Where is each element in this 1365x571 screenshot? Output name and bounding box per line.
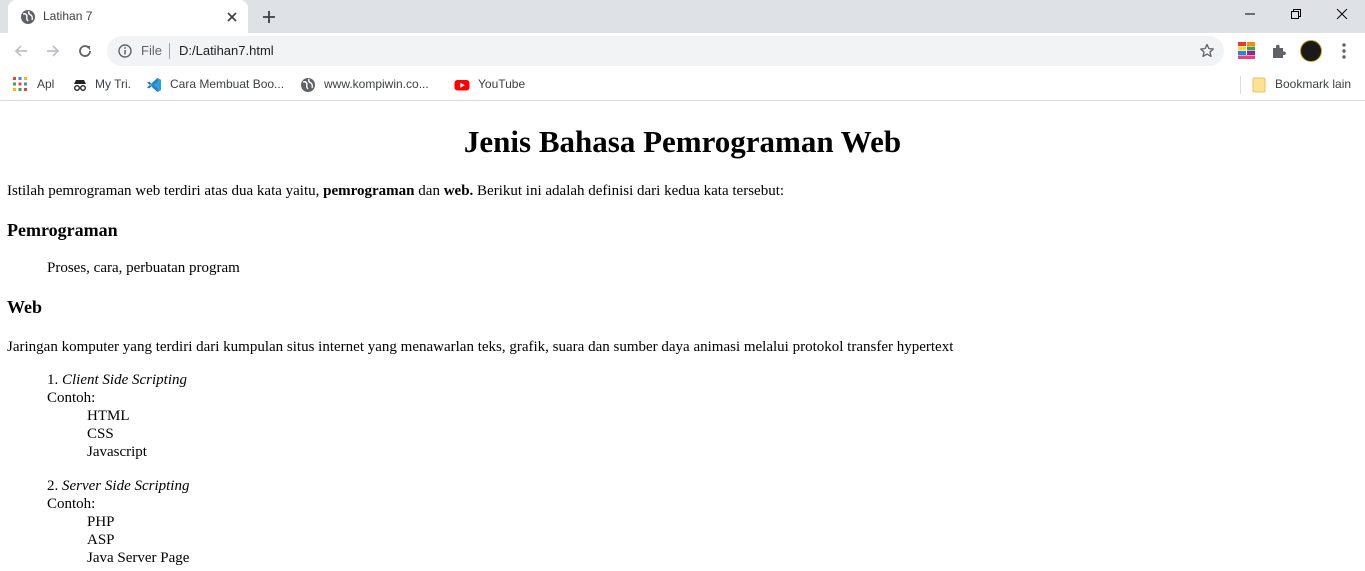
bookmark-label: Apl [37, 77, 55, 91]
new-tab-icon[interactable] [260, 8, 278, 26]
term-definition: Jaringan komputer yang terdiri dari kump… [7, 339, 954, 355]
extensions-puzzle-icon[interactable] [1270, 42, 1288, 60]
extension-colorful-icon[interactable] [1238, 42, 1255, 59]
example-item: ASP [87, 532, 115, 548]
term-heading: Pemrograman [7, 220, 118, 240]
menu-dots-icon[interactable] [1336, 42, 1352, 60]
list-number: 1. [47, 372, 62, 388]
bookmark-label: Cara Membuat Boo... [170, 77, 285, 91]
intro-text: Istilah pemrograman web terdiri atas dua… [7, 183, 324, 199]
intro-bold-term: pemrograman [323, 183, 415, 199]
intro-paragraph: Istilah pemrograman web terdiri atas dua… [7, 182, 784, 200]
term-definition: Proses, cara, perbuatan program [47, 260, 240, 276]
profile-avatar[interactable] [1300, 40, 1322, 62]
intro-text: Berikut ini adalah definisi dari kedua k… [473, 183, 785, 199]
bookmark-label: www.kompiwin.co... [324, 77, 429, 91]
page-content: Jenis Bahasa Pemrograman Web Istilah pem… [0, 102, 1365, 571]
youtube-icon [454, 80, 470, 91]
scripting-type-name: Server Side Scripting [62, 478, 190, 494]
page-title: Jenis Bahasa Pemrograman Web [463, 124, 902, 159]
example-item: PHP [87, 514, 115, 530]
list-item-heading: 1. Client Side Scripting [47, 371, 187, 389]
bookmark-label: YouTube [478, 77, 526, 91]
intro-text: dan [414, 183, 444, 199]
example-item: Javascript [87, 444, 147, 460]
tab-title: Latihan 7 [43, 9, 93, 23]
example-label: Contoh: [47, 496, 96, 512]
forward-arrow-icon[interactable] [43, 41, 63, 61]
toolbar: File D:/Latihan7.html [0, 33, 1365, 69]
apps-grid-icon [13, 77, 27, 91]
list-item-heading: 2. Server Side Scripting [47, 477, 189, 495]
intro-bold-term: web. [443, 183, 474, 199]
url-scheme-label: File [141, 43, 162, 58]
other-bookmarks-label: Bookmark lain [1275, 77, 1352, 91]
bookmark-label: My Tri. [95, 77, 131, 91]
example-label: Contoh: [47, 390, 96, 406]
scripting-type-name: Client Side Scripting [62, 372, 187, 388]
bookmark-star-icon[interactable] [1199, 43, 1215, 59]
close-tab-icon[interactable] [224, 9, 240, 25]
term-heading: Web [7, 297, 43, 317]
minimize-button[interactable] [1227, 0, 1273, 30]
browser-tab[interactable]: Latihan 7 [8, 0, 248, 33]
tab-strip: Latihan 7 [0, 0, 1365, 33]
reload-icon[interactable] [75, 41, 95, 61]
globe-icon [301, 78, 315, 92]
globe-icon [21, 10, 35, 24]
minimize-icon [1245, 13, 1255, 15]
close-window-button[interactable] [1319, 0, 1365, 30]
example-item: HTML [87, 408, 130, 424]
url-text[interactable]: D:/Latihan7.html [179, 43, 274, 58]
omnibox-divider [169, 43, 170, 59]
vscode-icon [147, 78, 161, 92]
list-number: 2. [47, 478, 62, 494]
example-item: CSS [87, 426, 114, 442]
example-item: Java Server Page [87, 550, 190, 566]
spy-hat-icon [74, 80, 86, 91]
restore-icon [1291, 9, 1301, 19]
bookmarks-bar: Apl My Tri. Cara Membuat Boo... www.komp… [0, 69, 1365, 101]
bookmarks-divider [1240, 76, 1241, 94]
restore-button[interactable] [1273, 0, 1319, 30]
back-arrow-icon[interactable] [11, 41, 31, 61]
folder-icon [1252, 77, 1266, 93]
info-icon[interactable] [118, 44, 132, 58]
close-icon [1336, 8, 1348, 20]
address-bar[interactable]: File D:/Latihan7.html [107, 36, 1224, 66]
